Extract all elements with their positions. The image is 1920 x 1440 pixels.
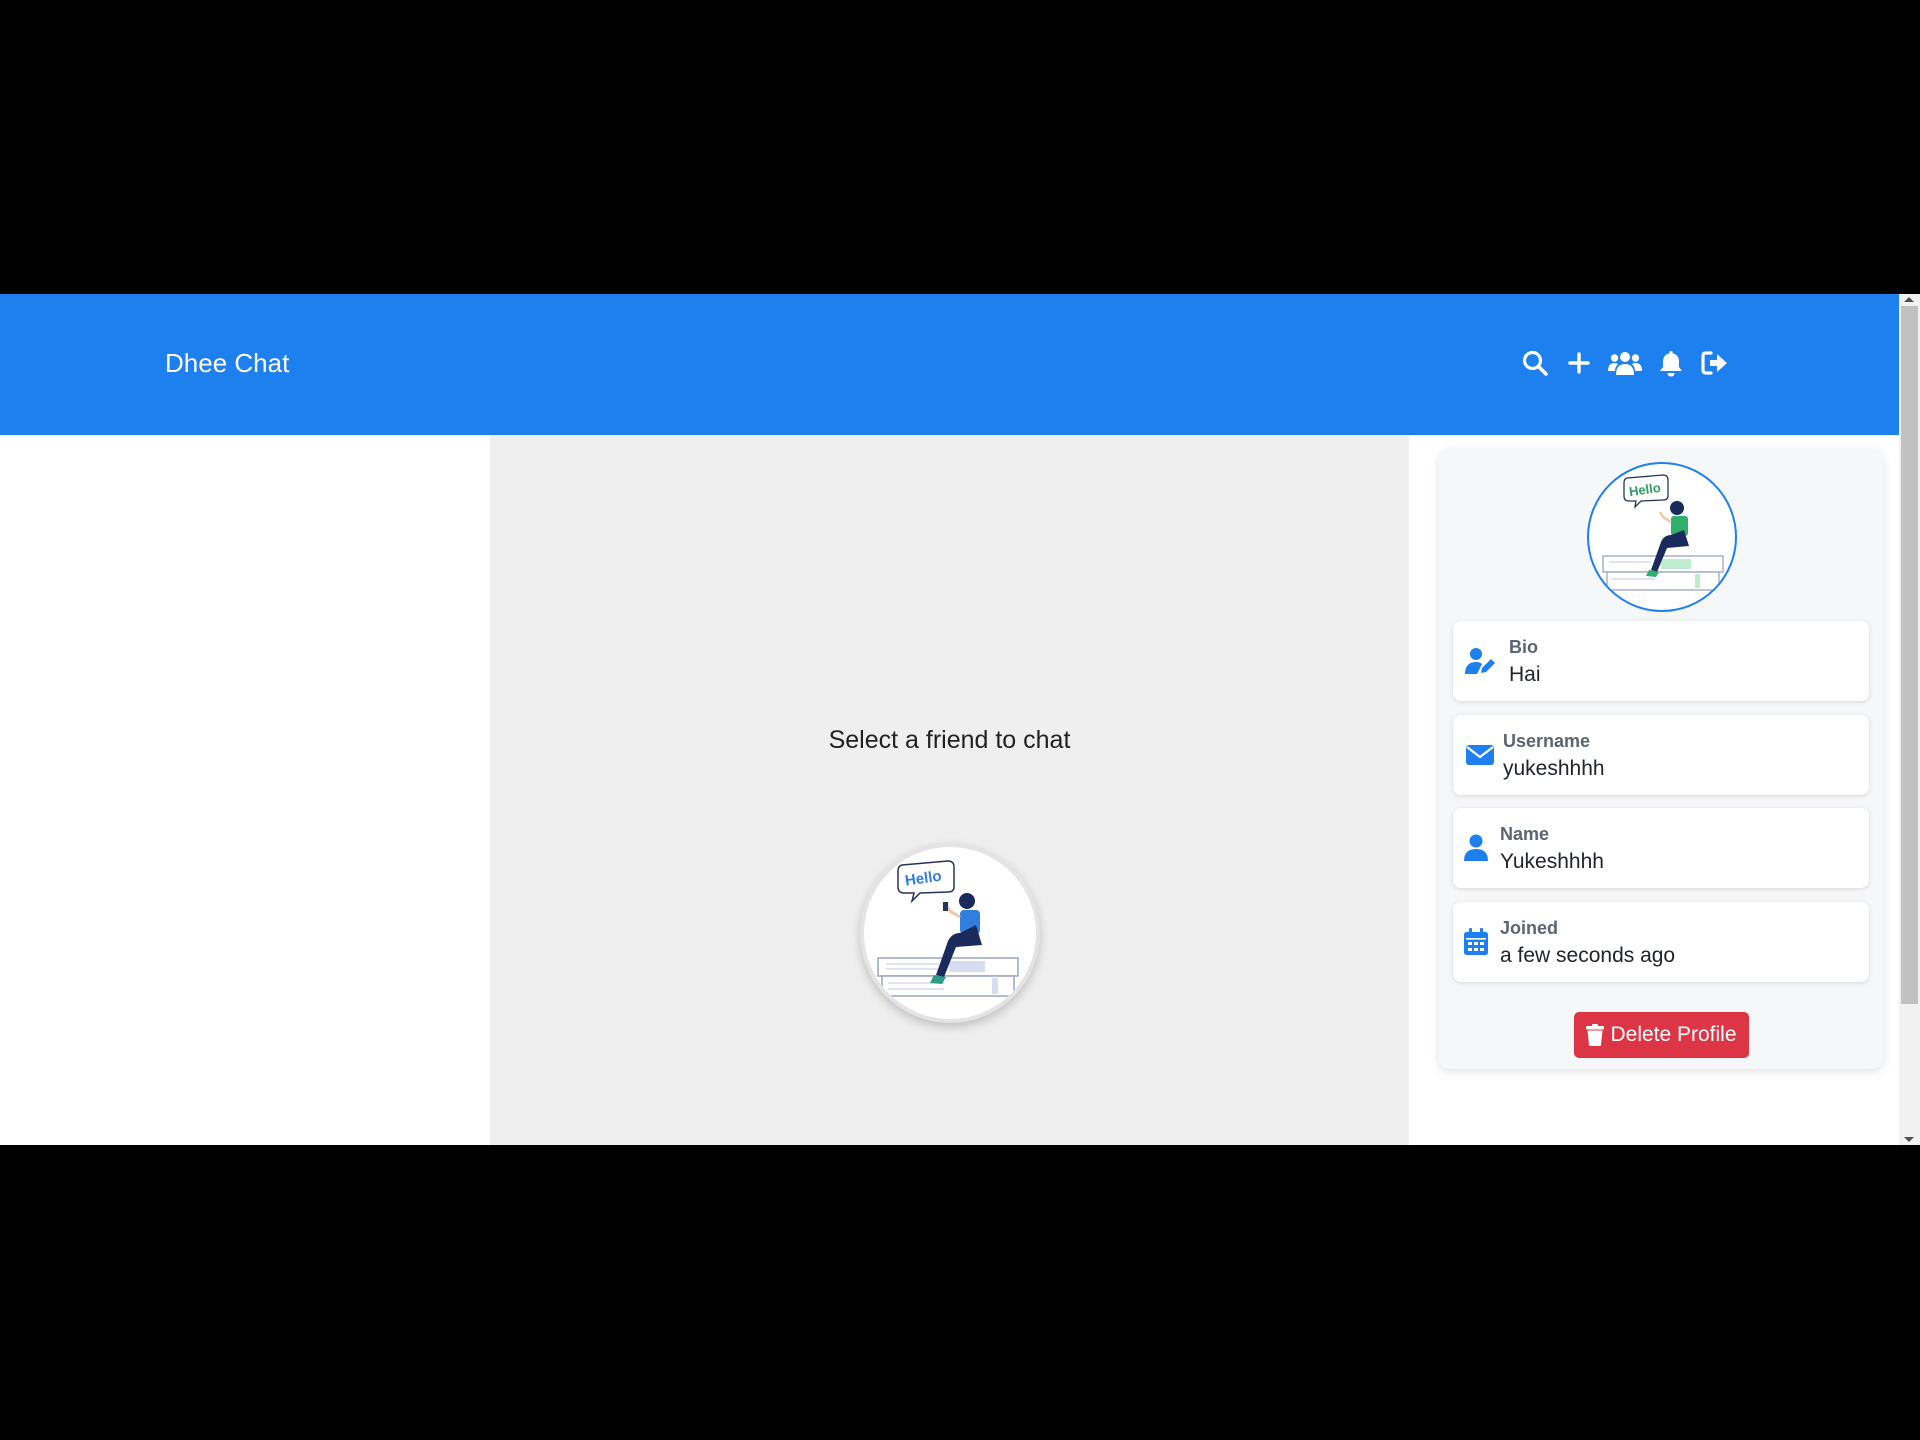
delete-profile-label: Delete Profile bbox=[1610, 1023, 1737, 1046]
plus-icon[interactable] bbox=[1563, 347, 1595, 379]
friends-sidebar bbox=[0, 435, 490, 1145]
chat-illustration: Hello bbox=[860, 843, 1040, 1023]
search-icon[interactable] bbox=[1519, 347, 1551, 379]
username-value: yukeshhhh bbox=[1503, 757, 1605, 780]
logout-icon[interactable] bbox=[1699, 347, 1731, 379]
profile-card: Hello Bio Hai Username yukeshhhh Name Yu… bbox=[1439, 450, 1883, 1069]
username-card: Username yukeshhhh bbox=[1453, 715, 1869, 795]
bell-icon[interactable] bbox=[1655, 347, 1687, 379]
calendar-icon bbox=[1464, 928, 1488, 955]
name-value: Yukeshhhh bbox=[1500, 850, 1604, 873]
users-icon[interactable] bbox=[1607, 347, 1643, 379]
profile-panel: Hello Bio Hai Username yukeshhhh Name Yu… bbox=[1409, 435, 1899, 1145]
scroll-down-arrow[interactable] bbox=[1904, 1137, 1914, 1142]
trash-icon bbox=[1586, 1024, 1605, 1046]
name-label: Name bbox=[1500, 824, 1550, 844]
navbar-actions bbox=[1519, 343, 1743, 383]
browser-viewport: Dhee Chat Select a friend to chat Hello … bbox=[0, 294, 1920, 1145]
bio-card: Bio Hai bbox=[1453, 621, 1869, 701]
page-scrollbar[interactable] bbox=[1899, 294, 1920, 1145]
chat-area: Select a friend to chat Hello bbox=[490, 435, 1409, 1145]
joined-value: a few seconds ago bbox=[1500, 944, 1676, 967]
user-icon bbox=[1464, 834, 1488, 861]
envelope-icon bbox=[1466, 745, 1494, 765]
joined-card: Joined a few seconds ago bbox=[1453, 902, 1869, 982]
bio-value: Hai bbox=[1509, 663, 1541, 686]
scroll-thumb[interactable] bbox=[1901, 306, 1918, 1004]
scroll-up-arrow[interactable] bbox=[1904, 297, 1914, 302]
joined-label: Joined bbox=[1500, 918, 1559, 938]
navbar: Dhee Chat bbox=[0, 294, 1899, 435]
chat-placeholder-text: Select a friend to chat bbox=[828, 726, 1071, 754]
profile-avatar[interactable]: Hello bbox=[1587, 462, 1737, 612]
brand-title[interactable]: Dhee Chat bbox=[165, 345, 289, 381]
delete-profile-button[interactable]: Delete Profile bbox=[1574, 1012, 1749, 1058]
name-card: Name Yukeshhhh bbox=[1453, 808, 1869, 888]
username-label: Username bbox=[1503, 731, 1591, 751]
bio-label: Bio bbox=[1509, 637, 1538, 657]
user-edit-icon bbox=[1465, 648, 1495, 674]
